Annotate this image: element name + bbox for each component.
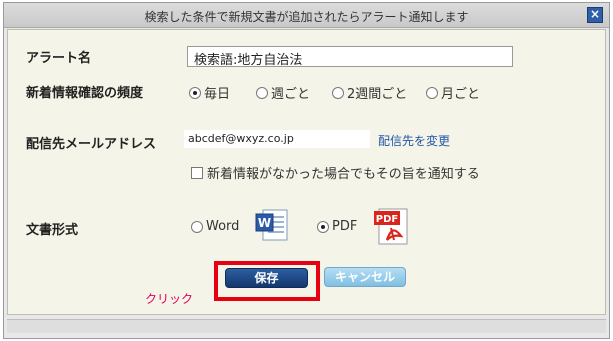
frequency-weekly-label: 週ごと — [271, 87, 311, 102]
frequency-biweekly-option[interactable]: 2週間ごと — [332, 83, 407, 102]
dialog-title: 検索した条件で新規文書が追加されたらアラート通知します — [144, 10, 469, 24]
notify-none-checkbox[interactable] — [191, 166, 203, 179]
svg-text:PDF: PDF — [376, 214, 398, 225]
email-field: abcdef@wxyz.co.jp — [184, 130, 370, 148]
close-icon[interactable]: × — [587, 7, 603, 23]
radio-weekly[interactable] — [256, 86, 268, 99]
change-recipient-link[interactable]: 配信先を変更 — [378, 132, 450, 149]
radio-daily[interactable] — [189, 86, 201, 99]
alert-dialog: 検索した条件で新規文書が追加されたらアラート通知します × アラート名 検索語:… — [3, 2, 610, 339]
pdf-icon: PDF — [374, 208, 408, 245]
frequency-label: 新着情報確認の頻度 — [26, 86, 144, 101]
radio-biweekly[interactable] — [332, 86, 344, 99]
radio-word[interactable] — [191, 220, 203, 233]
save-button[interactable]: 保存 — [225, 268, 308, 288]
dialog-footer — [7, 319, 606, 333]
frequency-biweekly-label: 2週間ごと — [347, 87, 408, 102]
cancel-button[interactable]: キャンセル — [324, 267, 406, 287]
format-pdf-option[interactable]: PDF — [317, 219, 357, 234]
alert-name-label: アラート名 — [26, 51, 92, 66]
format-word-label: Word — [206, 219, 240, 234]
format-label: 文書形式 — [26, 223, 79, 238]
svg-text:W: W — [258, 216, 271, 230]
dialog-titlebar: 検索した条件で新規文書が追加されたらアラート通知します × — [4, 3, 609, 28]
dialog-content: アラート名 検索語:地方自治法 新着情報確認の頻度 毎日 週ごと 2週間ごと 月… — [7, 29, 606, 315]
frequency-weekly-option[interactable]: 週ごと — [256, 83, 310, 102]
frequency-daily-option[interactable]: 毎日 — [189, 83, 230, 102]
format-word-option[interactable]: Word — [191, 219, 239, 234]
notify-none-option[interactable]: 新着情報がなかった場合でもその旨を通知する — [191, 163, 480, 182]
frequency-monthly-label: 月ごと — [441, 87, 481, 102]
radio-monthly[interactable] — [426, 86, 438, 99]
notify-none-label: 新着情報がなかった場合でもその旨を通知する — [207, 167, 480, 182]
alert-name-input[interactable]: 検索語:地方自治法 — [187, 46, 513, 68]
word-icon: W — [255, 209, 288, 241]
frequency-daily-label: 毎日 — [204, 87, 231, 102]
click-annotation: クリック — [145, 292, 194, 306]
format-pdf-label: PDF — [332, 219, 358, 234]
radio-pdf[interactable] — [317, 220, 329, 233]
frequency-monthly-option[interactable]: 月ごと — [426, 83, 480, 102]
email-label: 配信先メールアドレス — [26, 137, 157, 152]
